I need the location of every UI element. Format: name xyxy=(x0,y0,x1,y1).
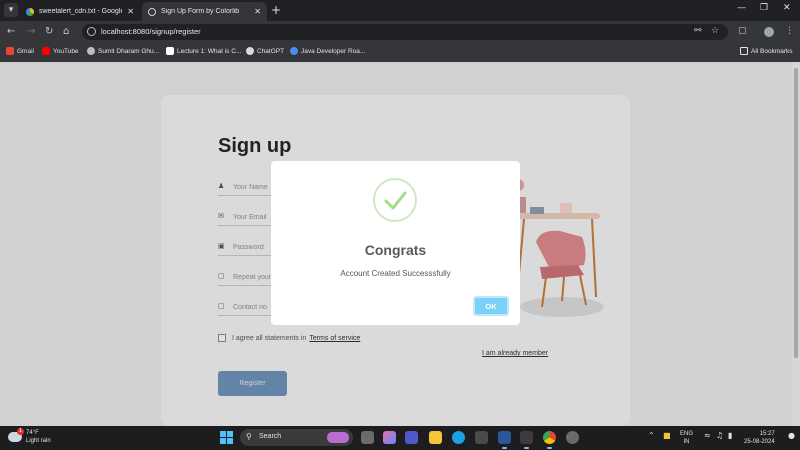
taskbar-search-box[interactable]: ⚲ Search xyxy=(240,429,353,446)
address-url[interactable]: localhost:8080/signup/register xyxy=(101,27,201,36)
settings-gear-icon[interactable] xyxy=(566,431,579,444)
bookmark-label: Sumit Dharam Ghu... xyxy=(98,47,160,55)
minimize-icon[interactable]: — xyxy=(737,3,746,13)
tray-app-icon[interactable]: ■ xyxy=(663,431,671,440)
bookmark-chatgpt[interactable]: ChatGPT xyxy=(246,47,284,55)
bookmark-label: YouTube xyxy=(53,47,79,55)
bookmark-java[interactable]: Java Developer Roa... xyxy=(290,47,365,55)
search-icon: ⚲ xyxy=(246,432,252,441)
github-desktop-icon[interactable] xyxy=(475,431,488,444)
copilot-icon[interactable] xyxy=(383,431,396,444)
language-code: ENG xyxy=(680,431,694,437)
browser-tab-strip: ▾ sweetalert_cdn.txt - Google Dri ✕ Sign… xyxy=(0,0,800,21)
bookmark-label: Java Developer Roa... xyxy=(301,47,366,55)
close-icon[interactable]: ✕ xyxy=(127,7,134,16)
menu-icon[interactable]: ⋮ xyxy=(785,26,794,36)
tab-title: Sign Up Form by Colorlib xyxy=(161,8,240,15)
weather-description: Light rain xyxy=(26,438,51,444)
chatgpt-icon xyxy=(246,47,254,55)
bookmark-label: Gmail xyxy=(17,47,34,55)
rain-cloud-icon: 1 xyxy=(8,428,24,442)
tab-title: sweetalert_cdn.txt - Google Dri xyxy=(39,8,123,15)
reload-icon[interactable]: ↻ xyxy=(45,26,53,38)
bookmark-youtube[interactable]: YouTube xyxy=(42,47,79,55)
volume-icon[interactable]: ♫ xyxy=(716,431,723,440)
scrollbar-thumb[interactable] xyxy=(794,68,798,358)
page-viewport: Sign up ♟ ✉ ▣ ▢ ▢ I agree all statements… xyxy=(0,62,800,426)
system-clock[interactable]: 15:27 25-08-2024 xyxy=(744,430,775,446)
globe-icon xyxy=(290,47,298,55)
windows-taskbar: 1 74°F Light rain ⚲ Search ⌃ ■ ENG IN ≈ … xyxy=(0,426,800,450)
file-explorer-icon[interactable] xyxy=(429,431,442,444)
notification-badge: 1 xyxy=(17,428,24,435)
extensions-icon[interactable]: ▢ xyxy=(738,26,747,36)
notifications-icon[interactable]: ● xyxy=(788,431,795,440)
wifi-icon[interactable]: ≈ xyxy=(704,431,711,440)
bookmarks-bar: Gmail YouTube Sumit Dharam Ghu... Lectur… xyxy=(0,43,800,62)
success-check-icon xyxy=(373,178,417,222)
restore-icon[interactable]: ❐ xyxy=(760,3,768,13)
window-close-icon[interactable]: ✕ xyxy=(783,3,791,13)
new-tab-button[interactable]: + xyxy=(271,3,281,17)
bookmark-gmail[interactable]: Gmail xyxy=(6,47,34,55)
tab-signup-form[interactable]: Sign Up Form by Colorlib ✕ xyxy=(142,2,267,21)
back-icon[interactable]: ← xyxy=(7,26,15,38)
success-dialog: Congrats Account Created Successsfully O… xyxy=(271,161,520,325)
clock-date: 25-08-2024 xyxy=(744,439,775,445)
edge-icon[interactable] xyxy=(452,431,465,444)
dialog-message: Account Created Successsfully xyxy=(340,269,451,278)
ok-button[interactable]: OK xyxy=(473,296,509,316)
folder-icon xyxy=(740,47,748,55)
weather-temperature: 74°F xyxy=(26,430,39,436)
all-bookmarks-label: All Bookmarks xyxy=(751,47,793,55)
globe-icon xyxy=(87,47,95,55)
profile-avatar[interactable] xyxy=(764,27,774,37)
region-code: IN xyxy=(683,439,690,445)
gmail-icon xyxy=(6,47,14,55)
password-key-icon[interactable]: ⚯ xyxy=(694,26,702,36)
terminal-icon[interactable] xyxy=(520,431,533,449)
tab-sweetalert[interactable]: sweetalert_cdn.txt - Google Dri ✕ xyxy=(20,2,140,21)
google-drive-icon xyxy=(26,7,34,16)
site-info-icon[interactable] xyxy=(87,27,96,36)
language-indicator[interactable]: ENG IN xyxy=(680,430,693,446)
bookmark-star-icon[interactable]: ☆ xyxy=(711,26,719,36)
search-highlight-icon xyxy=(327,432,349,443)
home-icon[interactable]: ⌂ xyxy=(63,26,69,38)
forward-icon[interactable]: → xyxy=(27,26,35,38)
task-view-icon[interactable] xyxy=(361,431,374,444)
search-label: Search xyxy=(259,433,282,440)
notion-icon xyxy=(166,47,174,55)
browser-toolbar: ← → ↻ ⌂ localhost:8080/signup/register ⚯… xyxy=(0,21,800,43)
clock-time: 15:27 xyxy=(759,431,775,437)
windows-start-icon[interactable] xyxy=(220,431,233,444)
bookmark-label: ChatGPT xyxy=(257,47,285,55)
bookmark-sumit[interactable]: Sumit Dharam Ghu... xyxy=(87,47,159,55)
address-bar[interactable]: localhost:8080/signup/register ⚯ ☆ xyxy=(82,24,728,40)
teams-icon[interactable] xyxy=(405,431,418,444)
page-scrollbar[interactable] xyxy=(792,62,800,426)
vscode-icon[interactable] xyxy=(498,431,511,449)
battery-icon[interactable]: ▮ xyxy=(728,431,732,440)
dialog-title: Congrats xyxy=(364,242,427,258)
youtube-icon xyxy=(42,47,50,55)
tab-search-button[interactable]: ▾ xyxy=(4,3,18,17)
all-bookmarks-button[interactable]: All Bookmarks xyxy=(740,47,793,55)
close-icon[interactable]: ✕ xyxy=(254,7,261,16)
weather-widget[interactable]: 1 74°F Light rain xyxy=(8,428,51,445)
chevron-up-icon[interactable]: ⌃ xyxy=(648,431,655,440)
chrome-icon[interactable] xyxy=(543,431,556,449)
globe-icon xyxy=(148,7,156,16)
bookmark-label: Lecture 1: What is C... xyxy=(177,47,242,55)
bookmark-lecture[interactable]: Lecture 1: What is C... xyxy=(166,47,241,55)
